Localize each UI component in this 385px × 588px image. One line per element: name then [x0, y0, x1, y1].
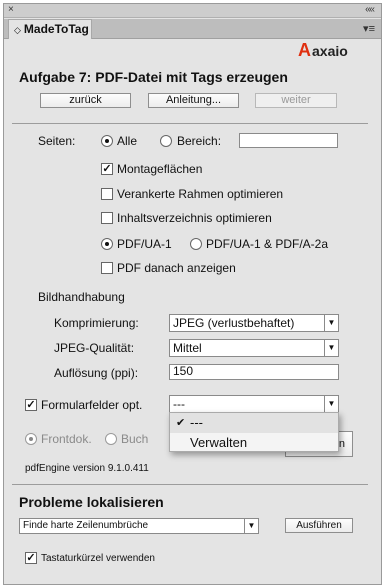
pdf-ua1-label: PDF/UA-1	[117, 237, 172, 251]
chevron-down-icon: ▼	[324, 315, 338, 331]
anchored-frames-label: Verankerte Rahmen optimieren	[117, 187, 284, 201]
pages-range-input[interactable]	[239, 133, 338, 148]
shortcut-label: Tastaturkürzel verwenden	[41, 553, 155, 564]
pages-range-radio[interactable]	[160, 135, 172, 147]
resolution-label: Auflösung (ppi):	[54, 366, 139, 380]
engine-version: pdfEngine version 9.1.0.411	[25, 463, 149, 474]
close-icon[interactable]: ×	[8, 4, 14, 15]
pasteboard-label: Montageflächen	[117, 162, 203, 176]
pdf-ua1-a2a-radio[interactable]	[190, 238, 202, 250]
chevron-down-icon: ▼	[244, 519, 258, 533]
divider	[12, 484, 368, 485]
form-fields-label: Formularfelder opt.	[41, 398, 143, 412]
panel-title-strip: × « «	[4, 4, 381, 18]
next-button[interactable]: weiter	[255, 93, 337, 108]
task-title: Aufgabe 7: PDF-Datei mit Tags erzeugen	[19, 69, 288, 85]
guide-button[interactable]: Anleitung...	[148, 93, 239, 108]
show-pdf-checkbox[interactable]	[101, 262, 113, 274]
frontdok-radio[interactable]	[25, 433, 37, 445]
buch-radio[interactable]	[105, 433, 117, 445]
compression-label: Komprimierung:	[54, 316, 139, 330]
shortcut-checkbox[interactable]: ✓	[25, 552, 37, 564]
form-fields-checkbox[interactable]: ✓	[25, 399, 37, 411]
toc-label: Inhaltsverzeichnis optimieren	[117, 211, 272, 225]
jpeg-quality-select[interactable]: Mittel ▼	[169, 339, 339, 357]
tab-arrows-icon: ◇	[14, 25, 21, 35]
back-button[interactable]: zurück	[40, 93, 131, 108]
resolution-input[interactable]: 150	[169, 364, 339, 380]
show-pdf-label: PDF danach anzeigen	[117, 261, 236, 275]
tab-madetotag[interactable]: ◇ MadeToTag	[8, 19, 92, 39]
pages-all-radio[interactable]	[101, 135, 113, 147]
tab-label: MadeToTag	[23, 22, 89, 36]
pasteboard-checkbox[interactable]: ✓	[101, 163, 113, 175]
divider	[12, 123, 368, 124]
pdf-ua1-a2a-label: PDF/UA-1 & PDF/A-2a	[206, 237, 329, 251]
form-fields-dropdown-menu: ✔ --- Verwalten	[169, 412, 339, 452]
jpeg-quality-label: JPEG-Qualität:	[54, 341, 135, 355]
anchored-frames-checkbox[interactable]	[101, 188, 113, 200]
buch-label: Buch	[121, 432, 149, 446]
panel-tab-bar: ◇ MadeToTag ▾≡	[4, 19, 381, 39]
toc-checkbox[interactable]	[101, 212, 113, 224]
axaio-logo: Aaxaio	[298, 40, 348, 60]
run-button[interactable]: Ausführen	[285, 518, 353, 533]
image-handling-heading: Bildhandhabung	[38, 290, 125, 304]
collapse-icon[interactable]: « «	[365, 4, 375, 15]
pages-label: Seiten:	[38, 134, 76, 148]
problems-title: Probleme lokalisieren	[19, 494, 164, 510]
panel-menu-icon[interactable]: ▾≡	[363, 22, 375, 35]
checkmark-icon: ✔	[176, 417, 186, 429]
frontdok-label: Frontdok.	[41, 432, 92, 446]
chevron-down-icon: ▼	[324, 396, 338, 412]
compression-select[interactable]: JPEG (verlustbehaftet) ▼	[169, 314, 339, 332]
dropdown-option-none[interactable]: ✔ ---	[170, 413, 338, 433]
chevron-down-icon: ▼	[324, 340, 338, 356]
dropdown-option-manage[interactable]: Verwalten	[170, 433, 338, 453]
pdf-ua1-radio[interactable]	[101, 238, 113, 250]
form-fields-select[interactable]: --- ▼	[169, 395, 339, 413]
problem-search-select[interactable]: Finde harte Zeilenumbrüche ▼	[19, 518, 259, 534]
pages-range-label: Bereich:	[177, 134, 222, 148]
pages-all-label: Alle	[117, 134, 138, 148]
